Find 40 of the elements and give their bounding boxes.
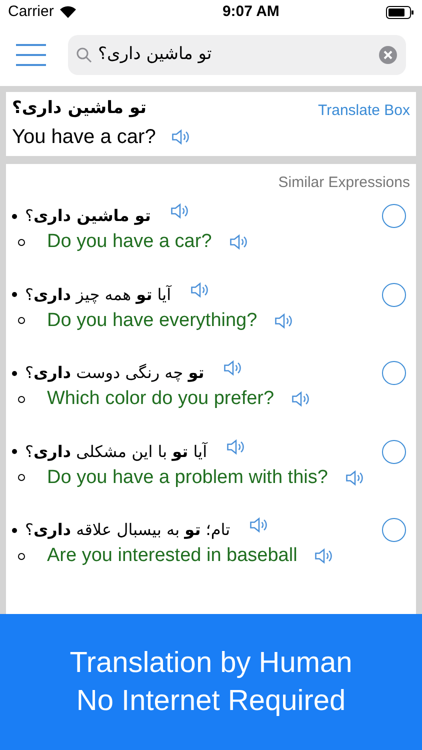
bullet-icon (18, 396, 25, 403)
translate-box-link[interactable]: Translate Box (318, 100, 410, 122)
radio-button[interactable] (382, 361, 406, 385)
english-phrase: Do you have a problem with this? (47, 466, 328, 490)
radio-button[interactable] (382, 204, 406, 228)
source-phrase: تو ماشین داری؟ (12, 97, 148, 120)
bullet-icon (18, 474, 25, 482)
english-phrase: Do you have everything? (47, 308, 258, 332)
persian-phrase: تو ماشین داری؟ (25, 205, 151, 227)
wifi-icon (60, 6, 76, 18)
bullet-icon (18, 317, 25, 324)
battery-icon (386, 6, 414, 18)
persian-phrase: تام؛ تو به بیسبال علاقه داری؟ (25, 519, 230, 541)
search-value: تو ماشین داری؟ (98, 43, 213, 66)
bullet-icon (18, 552, 25, 560)
bullet-icon (12, 528, 17, 532)
radio-button[interactable] (382, 518, 406, 542)
english-phrase: Do you have a car? (47, 230, 212, 254)
english-phrase: Are you interested in baseball (47, 544, 298, 568)
radio-button[interactable] (382, 282, 406, 306)
persian-phrase: آیا تو با این مشکلی داری؟ (25, 440, 208, 463)
section-title: Similar Expressions (278, 172, 410, 192)
persian-phrase: آیا تو همه چیز داری؟ (25, 284, 172, 306)
search-icon (76, 47, 92, 63)
translation-text: You have a car? (12, 124, 156, 150)
english-phrase: Which color do you prefer? (47, 387, 274, 411)
banner-text: Translation by Human (70, 646, 352, 681)
bullet-icon (12, 214, 17, 218)
banner-text: No Internet Required (76, 684, 346, 719)
radio-button[interactable] (382, 440, 406, 464)
status-time: 9:07 AM (222, 2, 280, 22)
search-field[interactable]: تو ماشین داری؟ (68, 35, 406, 75)
bullet-icon (18, 238, 25, 246)
bullet-icon (12, 370, 17, 376)
persian-phrase: تو چه رنگی دوست داری؟ (25, 362, 204, 384)
menu-icon[interactable] (16, 44, 46, 66)
bullet-icon (12, 292, 17, 297)
clear-icon[interactable] (378, 45, 398, 65)
carrier-label: Carrier (8, 2, 54, 22)
bullet-icon (12, 449, 17, 454)
